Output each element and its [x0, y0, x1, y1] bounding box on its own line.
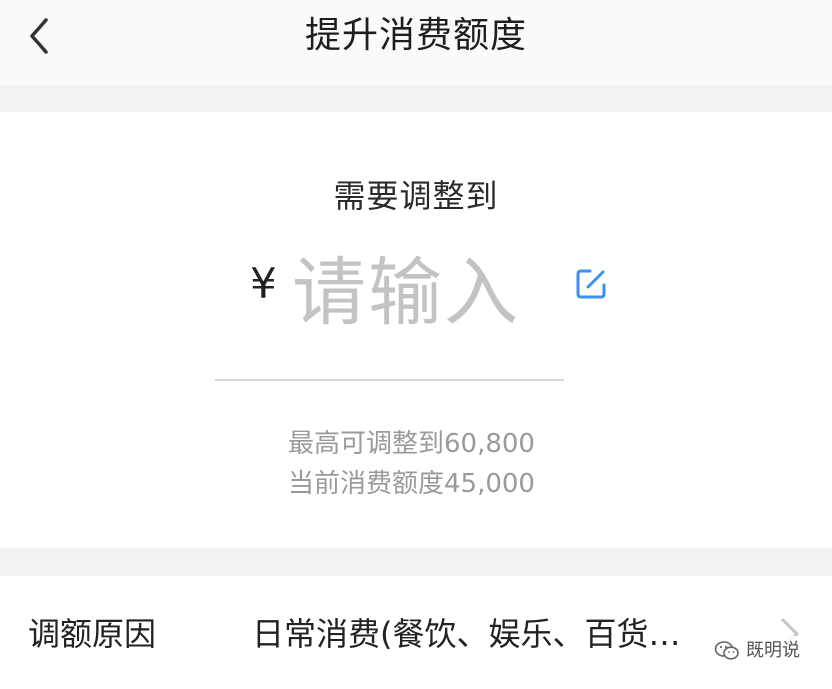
- current-limit-text: 当前消费额度45,000: [288, 469, 535, 499]
- input-underline: [215, 379, 564, 381]
- reason-label: 调额原因: [28, 615, 157, 653]
- adjust-reason-row[interactable]: 调额原因 日常消费(餐饮、娱乐、百货…: [0, 576, 832, 689]
- page-title: 提升消费额度: [304, 15, 527, 56]
- amount-input[interactable]: [292, 248, 554, 338]
- watermark: 既明说: [708, 636, 806, 666]
- edit-icon[interactable]: [573, 266, 609, 302]
- limit-info: 最高可调整到60,800 当前消费额度45,000: [288, 424, 535, 504]
- amount-card: 需要调整到 ¥ 最高可调整到60,800 当前消费额度45,000: [0, 112, 832, 548]
- navigation-bar: 提升消费额度: [0, 0, 832, 86]
- watermark-text: 既明说: [746, 640, 800, 661]
- wechat-icon: [714, 641, 739, 660]
- adjust-to-label: 需要调整到: [333, 177, 499, 215]
- currency-symbol: ¥: [250, 259, 277, 308]
- reason-value: 日常消费(餐饮、娱乐、百货…: [252, 615, 681, 653]
- max-adjustable-text: 最高可调整到60,800: [288, 429, 535, 459]
